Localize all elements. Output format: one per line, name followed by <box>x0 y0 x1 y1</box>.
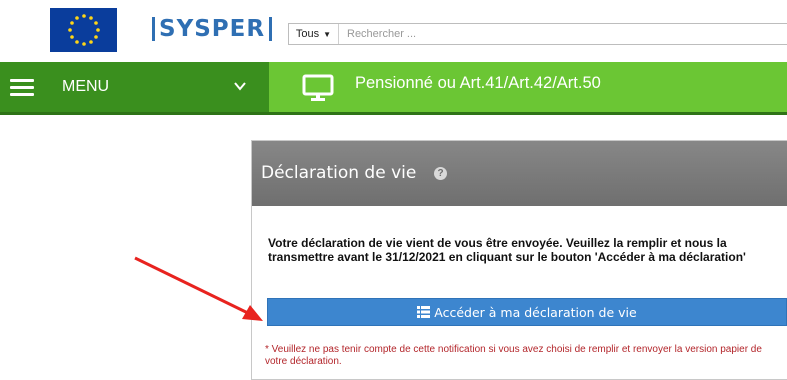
chevron-down-icon[interactable] <box>232 79 248 93</box>
list-icon <box>417 306 431 318</box>
eu-flag-icon <box>50 8 117 52</box>
warning-text: * Veuillez ne pas tenir compte de cette … <box>265 344 762 367</box>
navigation-bar: MENU Pensionné ou Art.41/Art.42/Art.50 <box>0 62 787 112</box>
menu-toggle[interactable]: MENU <box>0 62 269 112</box>
panel-title: Déclaration de vie <box>261 163 417 183</box>
nav-divider <box>0 112 787 115</box>
life-declaration-panel: Déclaration de vie ? Votre déclaration d… <box>251 140 787 380</box>
page-header: Pensionné ou Art.41/Art.42/Art.50 <box>269 62 787 112</box>
monitor-icon <box>302 74 334 101</box>
panel-header: Déclaration de vie ? <box>252 141 787 206</box>
help-icon[interactable]: ? <box>434 167 447 180</box>
search-scope-dropdown[interactable]: Tous ▼ <box>289 24 339 44</box>
button-label: Accéder à ma déclaration de vie <box>434 304 637 320</box>
search-bar: Tous ▼ <box>288 23 787 45</box>
page-title: Pensionné ou Art.41/Art.42/Art.50 <box>355 74 601 92</box>
search-input[interactable] <box>339 23 787 45</box>
caret-down-icon: ▼ <box>323 29 332 39</box>
hamburger-icon[interactable] <box>10 79 34 96</box>
access-declaration-button[interactable]: Accéder à ma déclaration de vie <box>267 298 787 326</box>
notice-text: Votre déclaration de vie vient de vous ê… <box>268 236 746 264</box>
sysper-logo[interactable]: SYSPER <box>148 14 276 44</box>
top-header: SYSPER Tous ▼ <box>0 0 787 52</box>
annotation-arrow-icon <box>134 256 263 321</box>
deadline-date: 31/12/2021 <box>385 250 446 264</box>
menu-label[interactable]: MENU <box>62 78 109 96</box>
